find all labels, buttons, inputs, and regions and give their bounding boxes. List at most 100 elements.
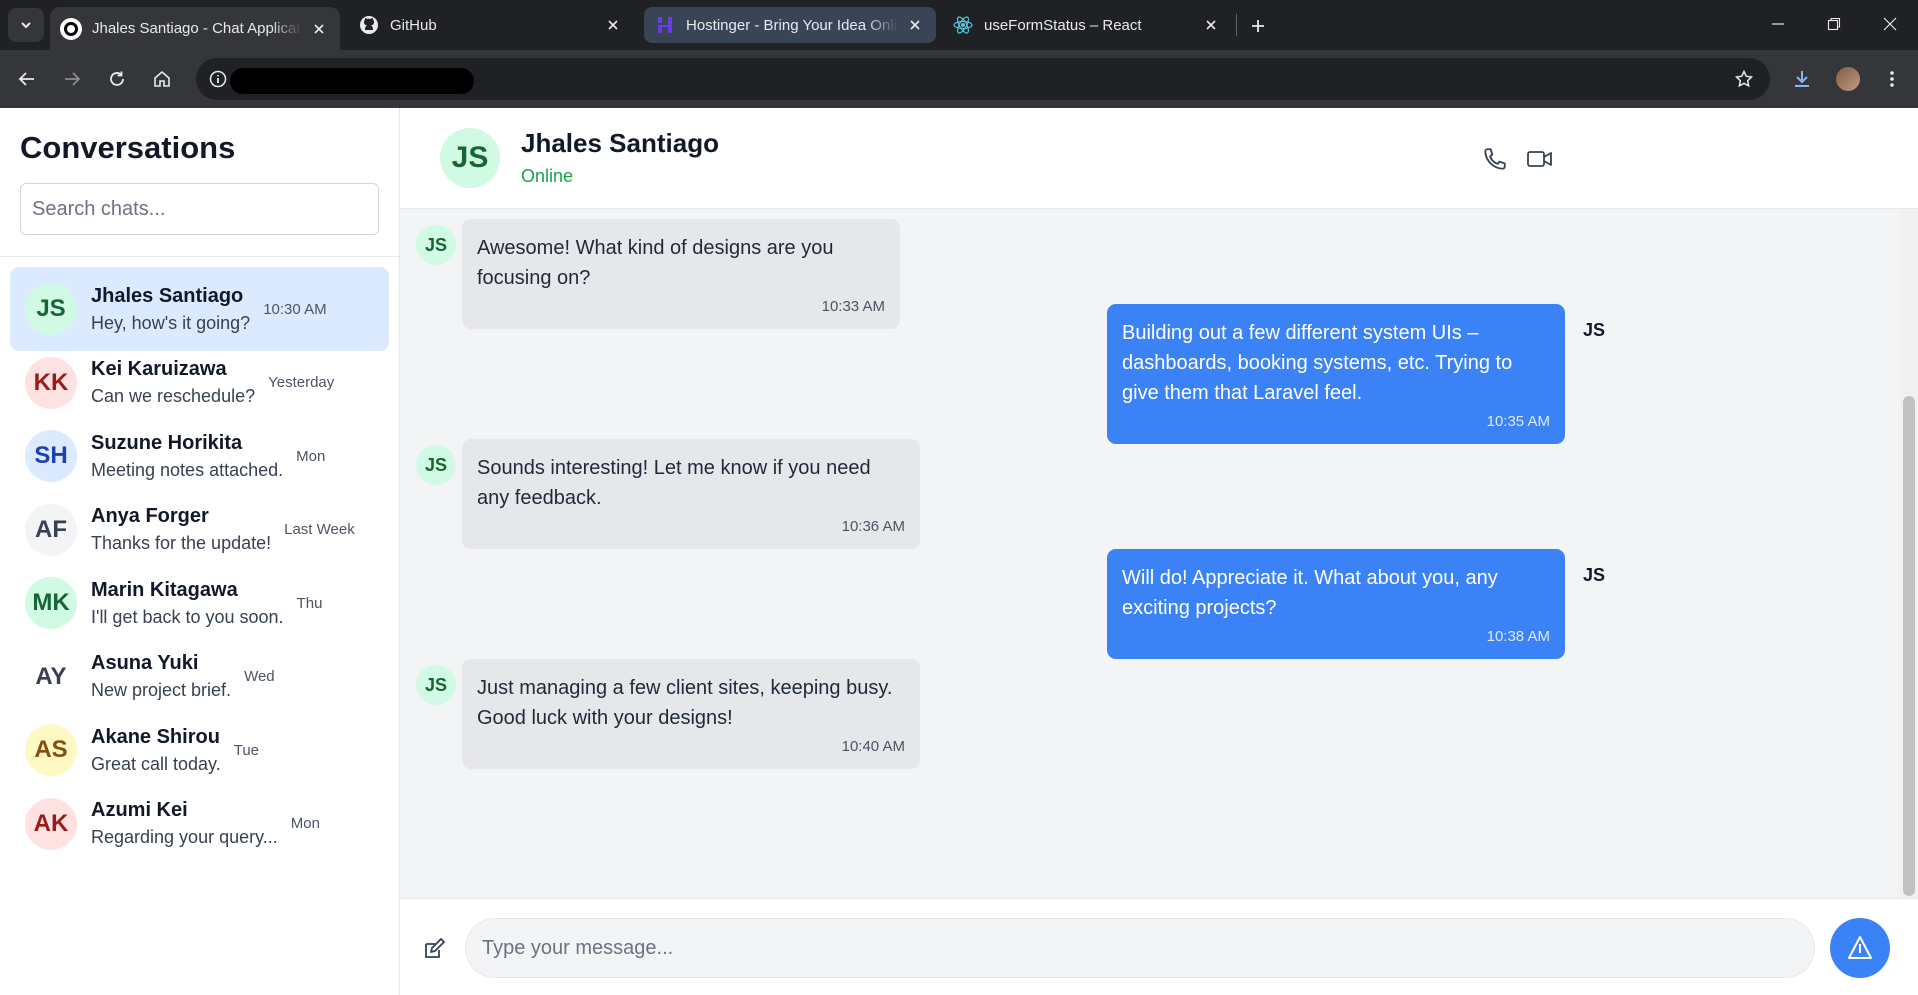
search-input[interactable] [20, 183, 379, 235]
message-avatar: JS [416, 225, 456, 265]
home-icon [154, 70, 170, 87]
github-icon [358, 14, 380, 36]
profile-button[interactable] [1832, 63, 1864, 95]
forward-button[interactable] [55, 62, 89, 96]
bookmark-star-icon[interactable] [1732, 67, 1756, 91]
outgoing-message: Will do! Appreciate it. What about you, … [1107, 549, 1565, 659]
send-button[interactable] [1830, 918, 1890, 978]
close-icon[interactable] [602, 14, 624, 36]
message-avatar: JS [1582, 319, 1606, 340]
conversation-time: Last Week [284, 521, 355, 538]
avatar: SH [25, 430, 77, 482]
edit-icon [425, 938, 445, 958]
conversation-time: Tue [233, 741, 260, 759]
incoming-message: Awesome! What kind of designs are you fo… [462, 219, 900, 329]
restore-icon [1827, 17, 1841, 31]
video-call-button[interactable] [1525, 144, 1555, 174]
chat-header: JS Jhales Santiago Online [400, 108, 1918, 209]
hostinger-icon [654, 14, 676, 36]
reload-icon [110, 71, 124, 86]
plus-icon [1252, 20, 1264, 32]
arrow-right-icon [65, 72, 81, 86]
conversation-preview: Regarding your query... [91, 827, 278, 847]
conversation-name: Kei Karuizawa [91, 358, 227, 380]
conversation-item[interactable]: AF Anya Forger Thanks for the update! Last … [10, 488, 389, 572]
contact-avatar: JS [440, 128, 500, 188]
conversation-name: Azumi Kei [91, 799, 188, 821]
conversation-preview: Thanks for the update! [91, 533, 272, 553]
tab-title: GitHub [390, 16, 437, 34]
message-text: Sounds interesting! Let me know if you n… [477, 457, 871, 509]
conversation-item[interactable]: AK Azumi Kei Regarding your query... Mon [10, 782, 389, 866]
minimize-button[interactable] [1756, 8, 1800, 40]
conversation-info: Azumi Kei Regarding your query... [91, 797, 278, 850]
incoming-message: Sounds interesting! Let me know if you n… [462, 439, 920, 549]
call-button[interactable] [1480, 144, 1510, 174]
react-icon [952, 14, 974, 36]
chat-panel: JS Jhales Santiago Online JS Awesome! Wha… [400, 108, 1918, 995]
home-button[interactable] [145, 62, 179, 96]
new-tab-button[interactable] [1244, 12, 1272, 40]
conversation-time: Wed [244, 668, 275, 685]
message-composer [400, 898, 1918, 995]
avatar: KK [25, 356, 77, 409]
close-window-button[interactable] [1868, 8, 1912, 40]
app-favicon [60, 17, 82, 40]
avatar [1836, 67, 1860, 91]
message-avatar: JS [416, 445, 456, 485]
message-time: 10:40 AM [841, 738, 905, 755]
conversation-item[interactable]: JS Jhales Santiago Hey, how's it going? 10:… [10, 267, 389, 351]
address-bar[interactable] [196, 58, 1770, 100]
conversation-item[interactable]: SH Suzune Horikita Meeting notes attached.… [10, 414, 389, 498]
conversation-name: Anya Forger [91, 505, 209, 527]
scrollbar-thumb[interactable] [1903, 396, 1915, 896]
conversation-info: Kei Karuizawa Can we reschedule? [91, 356, 255, 409]
tab-react[interactable]: useFormStatus – React [942, 7, 1232, 43]
site-info-icon[interactable] [206, 67, 230, 91]
back-button[interactable] [10, 62, 44, 96]
reload-button[interactable] [100, 62, 134, 96]
tab-hostinger[interactable]: Hostinger - Bring Your Idea Online [644, 7, 936, 43]
conversations-sidebar: Conversations JS Jhales Santiago Hey, how'… [0, 108, 400, 995]
tab-chat-app[interactable]: Jhales Santiago - Chat Application [50, 7, 340, 50]
tab-search-button[interactable] [8, 8, 44, 42]
conversation-info: Jhales Santiago Hey, how's it going? [91, 283, 250, 336]
conversation-item[interactable]: KK Kei Karuizawa Can we reschedule? Yesterd… [10, 341, 389, 425]
divider [0, 256, 400, 257]
close-icon[interactable] [904, 14, 926, 36]
avatar: AS [25, 724, 77, 776]
edit-button[interactable] [420, 935, 448, 963]
message-avatar: JS [416, 665, 456, 705]
message-text: Building out a few different system UIs … [1122, 322, 1513, 404]
close-icon [1883, 17, 1897, 31]
minimize-icon [1772, 23, 1784, 25]
conversation-time: Mon [296, 447, 326, 465]
conversation-info: Suzune Horikita Meeting notes attached. [91, 430, 283, 483]
browser-menu-button[interactable] [1876, 63, 1908, 95]
chat-app: Conversations JS Jhales Santiago Hey, how'… [0, 108, 1918, 995]
conversation-preview: Great call today. [91, 753, 221, 774]
tab-title: Jhales Santiago - Chat Application [92, 20, 302, 37]
conversation-item[interactable]: AS Akane Shirou Great call today. Tue [10, 708, 389, 792]
conversation-info: Asuna Yuki New project brief. [91, 650, 231, 703]
tab-github[interactable]: GitHub [348, 7, 634, 43]
arrow-left-icon [18, 72, 34, 86]
message-input[interactable] [465, 918, 1815, 978]
close-icon[interactable] [308, 18, 330, 40]
scrollbar[interactable] [1900, 209, 1918, 898]
conversation-preview: Meeting notes attached. [91, 459, 284, 480]
browser-tab-bar: Jhales Santiago - Chat Application GitHu… [0, 0, 1918, 50]
conversation-preview: Hey, how's it going? [91, 312, 251, 333]
conversation-item[interactable]: MK Marin Kitagawa I'll get back to you soo… [10, 561, 389, 645]
message-list[interactable]: JS Awesome! What kind of designs are you … [400, 209, 1900, 898]
conversation-preview: New project brief. [91, 680, 232, 700]
page-title: Conversations [20, 130, 236, 165]
message-avatar: JS [1582, 564, 1606, 585]
close-icon[interactable] [1200, 14, 1222, 36]
conversation-item[interactable]: AY Asuna Yuki New project brief. Wed [10, 635, 389, 719]
download-button[interactable] [1786, 63, 1818, 95]
message-time: 10:38 AM [1486, 628, 1550, 645]
video-icon [1527, 151, 1552, 167]
address-text[interactable] [230, 68, 474, 94]
restore-button[interactable] [1812, 8, 1856, 40]
